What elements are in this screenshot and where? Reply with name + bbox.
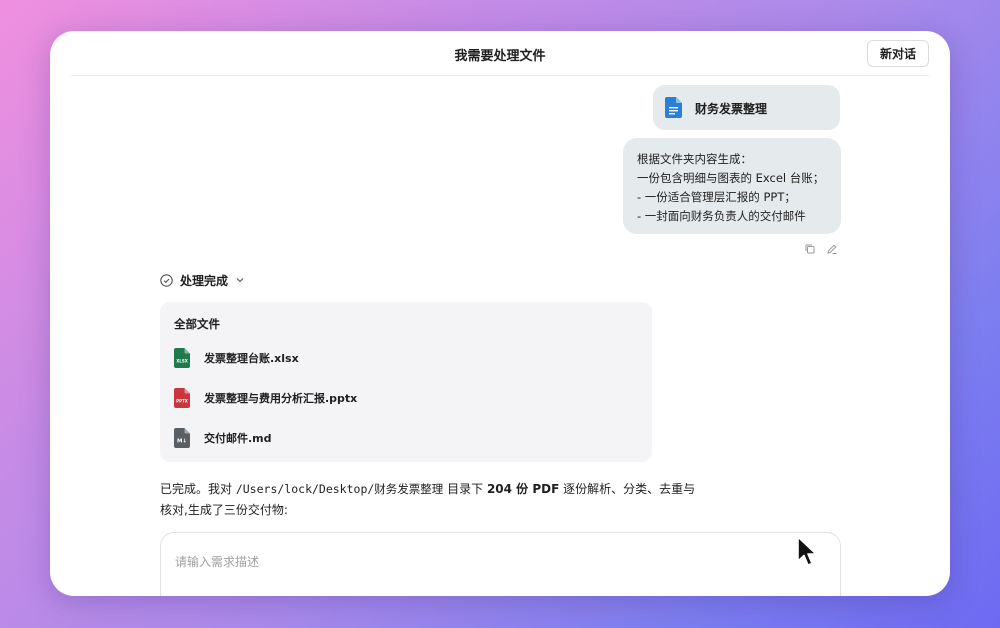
user-message-bubble: 根据文件夹内容生成： 一份包含明细与图表的 Excel 台账； - 一份适合管理… (623, 138, 841, 234)
document-icon (665, 97, 682, 118)
assistant-answer: 已完成。我对 /Users/lock/Desktop/财务发票整理 目录下 20… (160, 479, 700, 521)
prompt-input[interactable]: 请输入需求描述 (160, 532, 841, 596)
md-file-icon: M↓ (174, 428, 190, 448)
header-divider (71, 75, 929, 76)
files-card-title: 全部文件 (174, 317, 220, 331)
input-placeholder: 请输入需求描述 (175, 555, 260, 569)
file-row[interactable]: M↓ 交付邮件.md (174, 426, 272, 450)
mouse-cursor-icon (797, 536, 817, 566)
answer-text: 核对,生成了三份交付物: (160, 503, 288, 517)
check-circle-icon (160, 273, 173, 287)
chevron-down-icon (236, 278, 244, 283)
svg-text:XLSX: XLSX (176, 359, 188, 364)
file-name: 发票整理与费用分析汇报.pptx (204, 392, 358, 405)
files-card: 全部文件 XLSX 发票整理台账.xlsx PPTX 发票整理与费用分析汇报.pptx… (160, 302, 652, 462)
page-title: 我需要处理文件 (454, 49, 546, 64)
message-line: - 一封面向财务负责人的交付邮件 (637, 209, 806, 223)
new-chat-button[interactable]: 新对话 (866, 40, 929, 67)
file-row[interactable]: XLSX 发票整理台账.xlsx (174, 346, 299, 370)
attachment-bubble[interactable]: 财务发票整理 (653, 85, 840, 130)
file-row[interactable]: PPTX 发票整理与费用分析汇报.pptx (174, 386, 357, 410)
answer-path: /Users/lock/Desktop/财务发票整理 (235, 482, 444, 496)
file-name: 交付邮件.md (204, 432, 272, 445)
status-label: 处理完成 (180, 273, 229, 288)
xlsx-file-icon: XLSX (174, 348, 190, 368)
answer-count: 204 份 PDF (486, 482, 560, 496)
pptx-file-icon: PPTX (174, 388, 190, 408)
message-line: 根据文件夹内容生成： (637, 152, 752, 166)
app-window: 我需要处理文件 新对话 财务发票整理 根据文件夹内容生成： 一份包含明细与图表的… (50, 31, 950, 596)
message-actions (804, 240, 838, 254)
file-name: 发票整理台账.xlsx (204, 352, 299, 365)
status-toggle[interactable]: 处理完成 (160, 271, 245, 289)
header: 我需要处理文件 新对话 (50, 31, 950, 75)
svg-text:M↓: M↓ (177, 438, 187, 445)
edit-icon[interactable] (826, 240, 838, 254)
attachment-name: 财务发票整理 (695, 102, 768, 116)
answer-text: 目录下 (443, 482, 487, 496)
copy-icon[interactable] (804, 240, 816, 254)
answer-text: 已完成。我对 (160, 482, 236, 496)
message-line: 一份包含明细与图表的 Excel 台账； (637, 171, 825, 185)
answer-text: 逐份解析、分类、去重与 (559, 482, 696, 496)
message-line: - 一份适合管理层汇报的 PPT； (637, 190, 796, 204)
svg-text:PPTX: PPTX (176, 399, 188, 404)
